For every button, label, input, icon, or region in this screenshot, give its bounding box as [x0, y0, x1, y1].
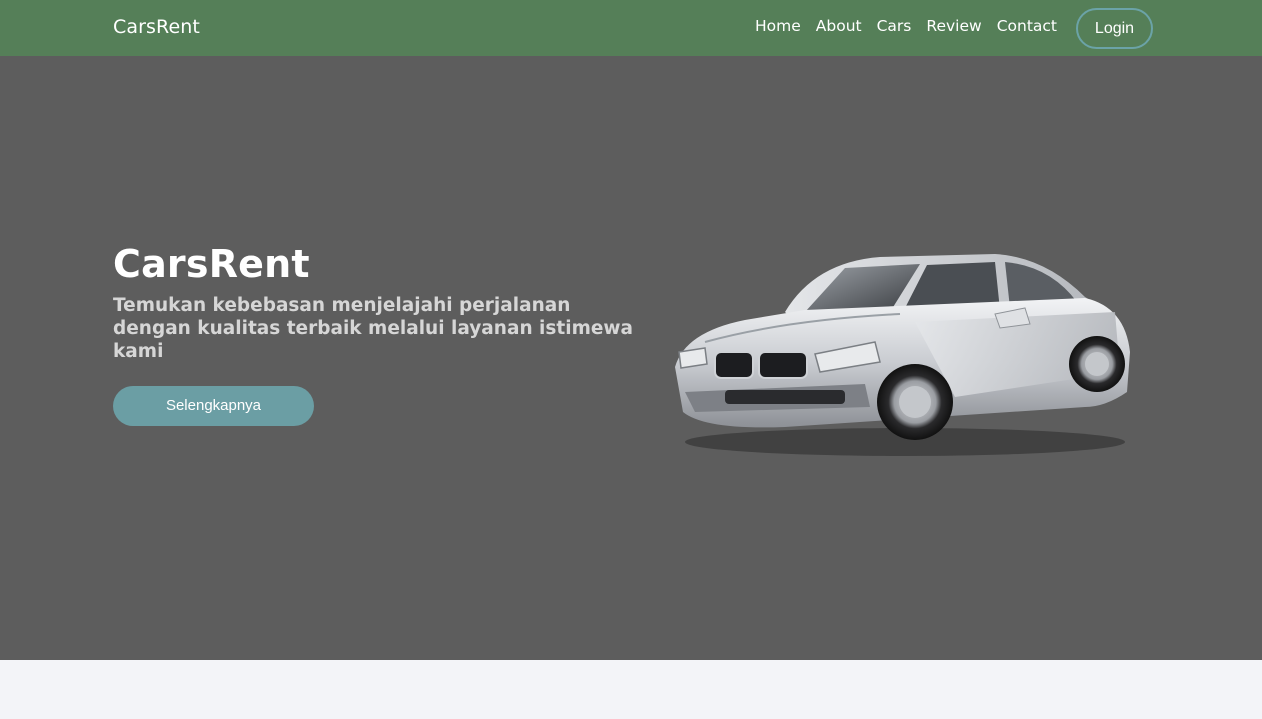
nav-link-about[interactable]: About — [816, 16, 862, 36]
navbar: CarsRent Home About Cars Review Contact … — [0, 0, 1262, 56]
hero-section: CarsRent Temukan kebebasan menjelajahi p… — [0, 56, 1262, 660]
nav-link-review[interactable]: Review — [926, 16, 981, 36]
hero-subtitle: Temukan kebebasan menjelajahi perjalanan… — [113, 295, 633, 362]
login-button[interactable]: Login — [1076, 8, 1153, 49]
nav-link-home[interactable]: Home — [755, 16, 801, 36]
hero-title: CarsRent — [113, 242, 310, 286]
next-section — [0, 660, 1262, 719]
car-illustration — [675, 254, 1130, 456]
nav-links: Home About Cars Review Contact — [755, 16, 1057, 36]
learn-more-button[interactable]: Selengkapnya — [113, 386, 314, 426]
nav-link-contact[interactable]: Contact — [997, 16, 1057, 36]
nav-link-cars[interactable]: Cars — [877, 16, 912, 36]
car-image — [665, 202, 1135, 462]
brand-logo[interactable]: CarsRent — [113, 16, 200, 38]
